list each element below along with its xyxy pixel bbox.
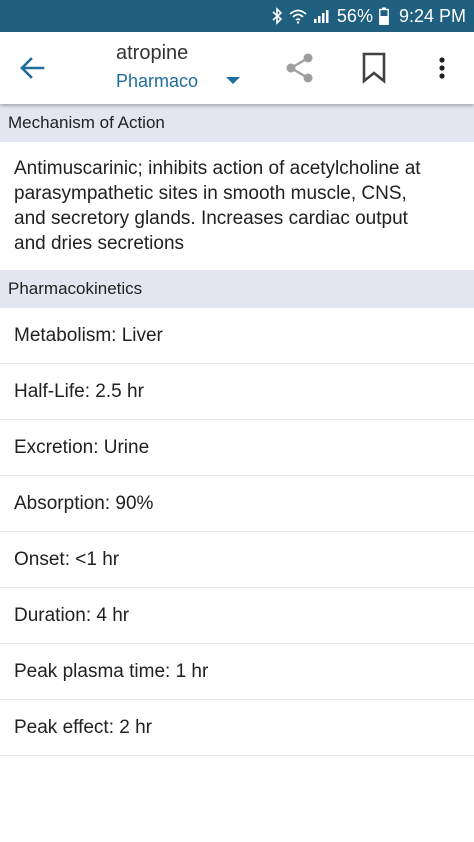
share-icon [284, 52, 316, 89]
list-item: Metabolism: Liver [0, 308, 474, 364]
back-button[interactable] [12, 50, 52, 90]
bookmark-button[interactable] [354, 50, 394, 90]
content-area[interactable]: Mechanism of Action Antimuscarinic; inhi… [0, 104, 474, 756]
pharmacokinetics-section-header: Pharmacokinetics [0, 270, 474, 308]
share-button[interactable] [280, 50, 320, 90]
more-vert-icon [438, 56, 446, 85]
status-time: 9:24 PM [398, 5, 466, 26]
back-arrow-icon [19, 56, 45, 85]
app-bar: atropine Pharmaco [0, 32, 474, 104]
signal-icon [313, 8, 331, 24]
list-item: Half-Life: 2.5 hr [0, 364, 474, 420]
bookmark-icon [361, 52, 387, 89]
mechanism-section-header: Mechanism of Action [0, 104, 474, 142]
list-item: Onset: <1 hr [0, 532, 474, 588]
list-item: Excretion: Urine [0, 420, 474, 476]
wifi-icon [289, 8, 307, 24]
list-item: Peak plasma time: 1 hr [0, 644, 474, 700]
list-item: Duration: 4 hr [0, 588, 474, 644]
more-options-button[interactable] [422, 50, 462, 90]
list-item: Peak effect: 2 hr [0, 700, 474, 756]
status-bar: 56% 9:24 PM [0, 0, 474, 32]
bluetooth-icon [271, 7, 283, 25]
battery-percent: 56% [336, 5, 373, 26]
title-block: atropine Pharmaco [116, 40, 240, 92]
section-dropdown-label: Pharmaco [116, 71, 199, 91]
list-item: Absorption: 90% [0, 476, 474, 532]
battery-icon [379, 7, 389, 25]
section-dropdown[interactable]: Pharmaco [116, 70, 240, 92]
mechanism-text: Antimuscarinic; inhibits action of acety… [14, 158, 421, 254]
page-title: atropine [116, 42, 189, 64]
dropdown-arrow-icon [226, 77, 240, 85]
